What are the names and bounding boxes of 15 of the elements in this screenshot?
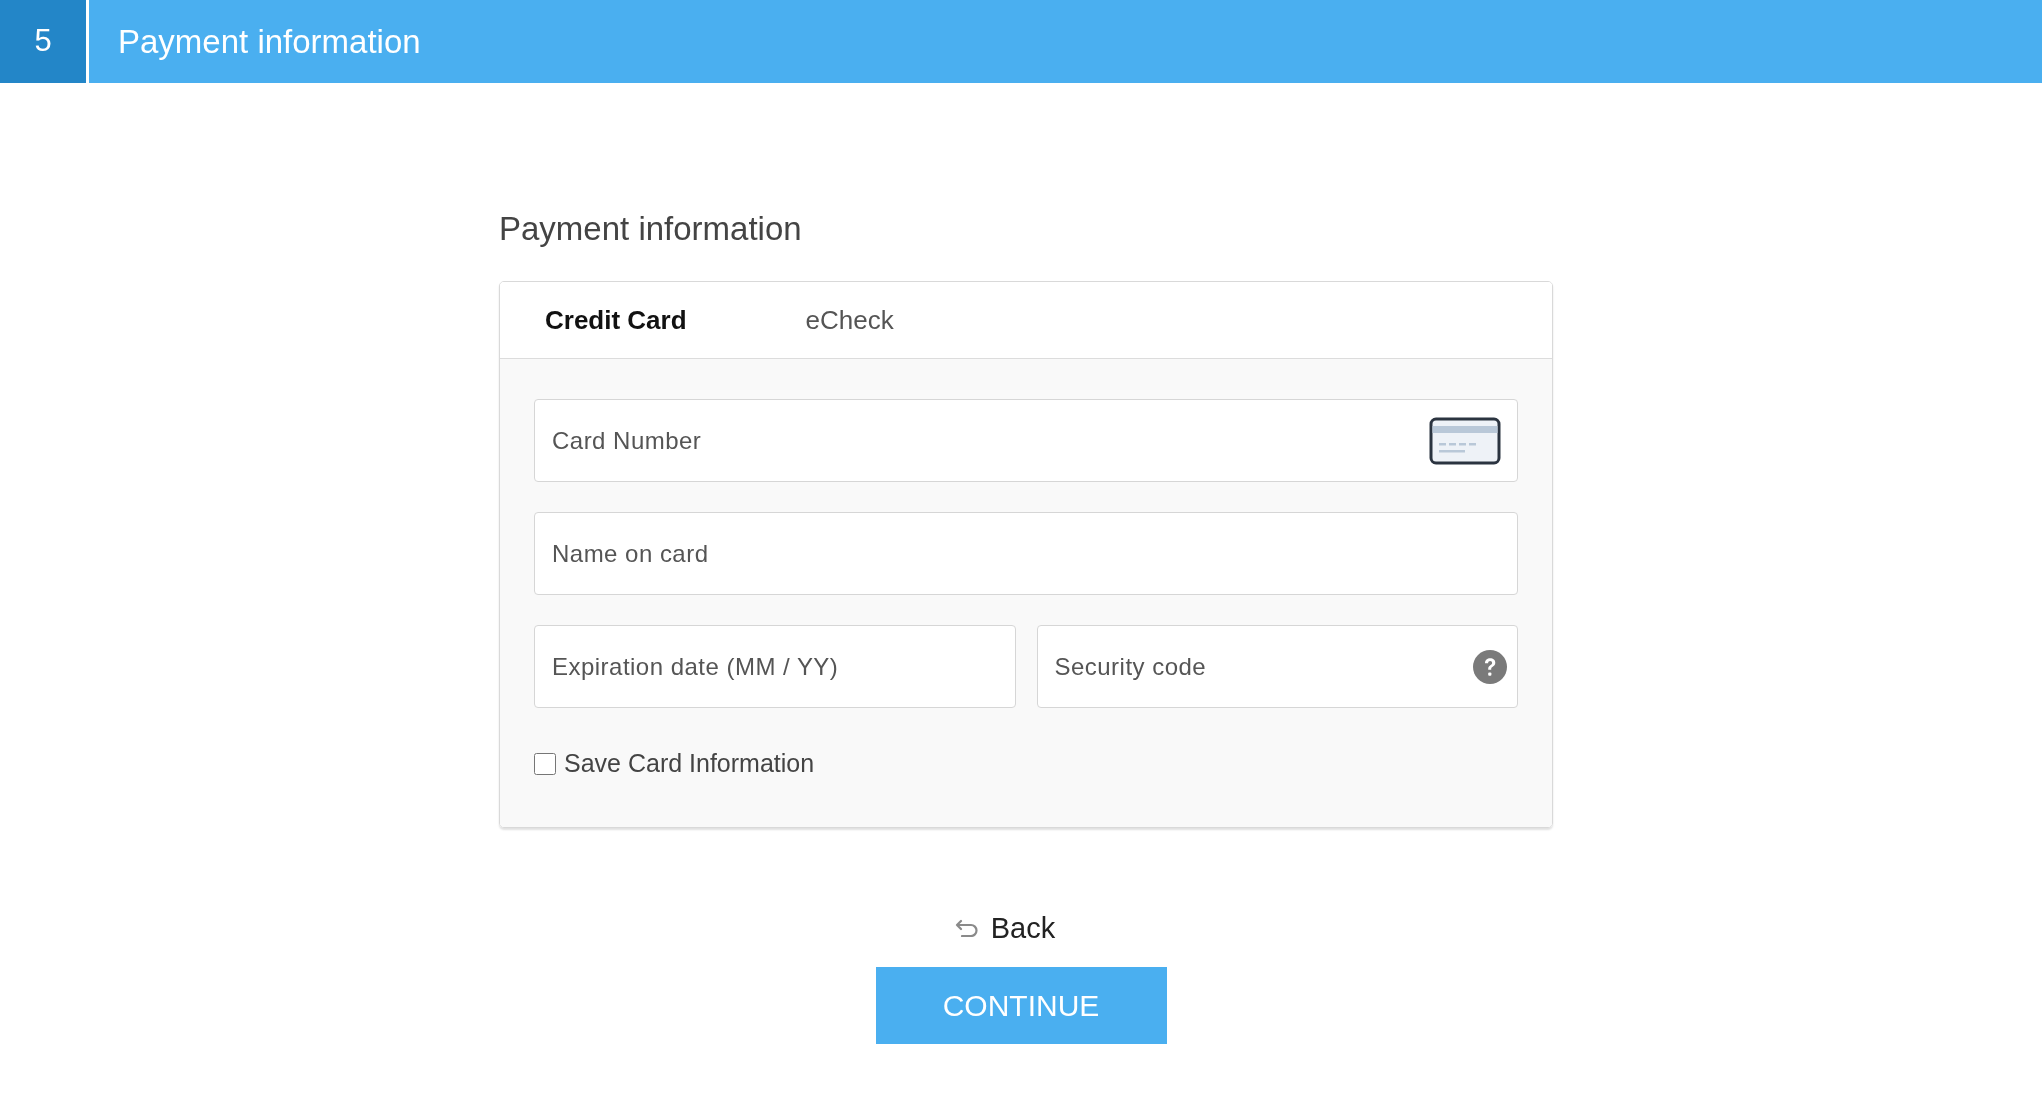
security-code-field[interactable]: Security code <box>1036 625 1518 708</box>
help-icon[interactable] <box>1473 650 1507 684</box>
save-card-checkbox[interactable] <box>534 752 556 775</box>
payment-tab[interactable]: eCheck <box>760 282 939 358</box>
back-link[interactable]: Back <box>954 910 1056 945</box>
card-number-field[interactable]: Card Number <box>534 399 1518 482</box>
return-arrow-icon <box>954 918 979 937</box>
input-field[interactable]: Expiration date (MM / YY) <box>534 625 1016 708</box>
step-number: 5 <box>34 22 52 61</box>
credit-card-icon <box>1429 417 1501 465</box>
input-field[interactable]: Name on card <box>534 512 1518 595</box>
payment-tab[interactable]: Credit Card <box>500 282 732 358</box>
section-title: Payment information <box>499 209 802 249</box>
header-title: Payment information <box>118 21 421 62</box>
save-card-label: Save Card Information <box>564 748 815 779</box>
